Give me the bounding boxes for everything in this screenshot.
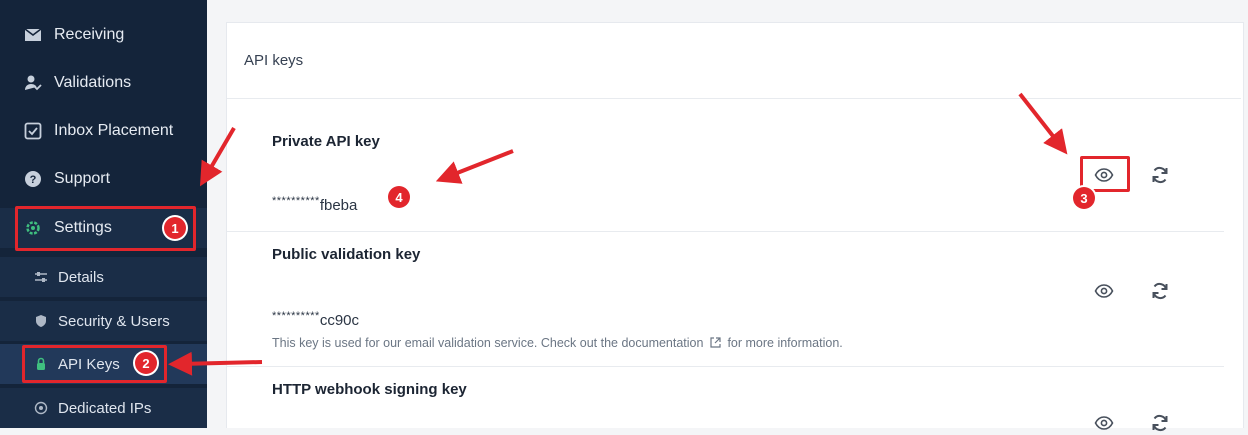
sliders-icon <box>34 270 48 284</box>
webhook-signing-key-title: HTTP webhook signing key <box>272 381 467 398</box>
shield-icon <box>34 314 48 328</box>
api-keys-card <box>226 22 1244 428</box>
refresh-icon <box>1152 282 1168 300</box>
description-text: This key is used for our email validatio… <box>272 336 704 350</box>
key-suffix: cc90c <box>319 312 359 329</box>
sidebar-item-receiving[interactable]: Receiving <box>0 15 207 55</box>
refresh-icon <box>1152 166 1168 184</box>
checkbox-icon <box>24 122 42 140</box>
regenerate-private-key-button[interactable] <box>1148 163 1172 187</box>
sidebar-subitem-dedicated-ips[interactable]: Dedicated IPs <box>0 388 207 428</box>
public-validation-key-description: This key is used for our email validatio… <box>272 336 843 350</box>
masked-key: ********** <box>272 310 320 322</box>
reveal-public-key-button[interactable] <box>1092 279 1116 303</box>
private-api-key-title: Private API key <box>272 133 380 150</box>
annotation-badge-2: 2 <box>135 352 157 374</box>
help-icon: ? <box>24 170 42 188</box>
public-validation-key-title: Public validation key <box>272 246 421 263</box>
inbox-icon <box>24 26 42 44</box>
divider <box>227 366 1224 367</box>
annotation-badge-4: 4 <box>388 186 410 208</box>
user-check-icon <box>24 74 42 92</box>
regenerate-webhook-key-button[interactable] <box>1148 411 1172 435</box>
eye-icon <box>1094 416 1114 430</box>
sidebar-item-support[interactable]: ? Support <box>0 159 207 199</box>
regenerate-public-key-button[interactable] <box>1148 279 1172 303</box>
description-text: for more information. <box>727 336 843 350</box>
sidebar-subitem-security-users[interactable]: Security & Users <box>0 301 207 341</box>
sidebar-subitem-label: Details <box>58 268 104 286</box>
divider <box>227 231 1224 232</box>
page-title: API keys <box>244 52 304 69</box>
annotation-badge-1: 1 <box>164 217 186 239</box>
sidebar-subitem-label: Dedicated IPs <box>58 399 152 417</box>
divider <box>227 98 1241 99</box>
svg-text:?: ? <box>30 174 37 186</box>
target-icon <box>34 401 48 415</box>
annotation-badge-3: 3 <box>1073 187 1095 209</box>
sidebar-item-label: Inbox Placement <box>54 122 174 139</box>
sidebar-item-label: Support <box>54 170 111 187</box>
eye-icon <box>1094 284 1114 298</box>
sidebar-subitem-label: Security & Users <box>58 312 170 330</box>
masked-key: ********** <box>272 195 320 207</box>
private-api-key-value: **********fbeba <box>272 195 357 214</box>
external-link-icon[interactable] <box>710 337 721 348</box>
reveal-webhook-key-button[interactable] <box>1092 411 1116 435</box>
key-suffix: fbeba <box>319 197 358 214</box>
public-validation-key-value: **********cc90c <box>272 310 359 329</box>
refresh-icon <box>1152 414 1168 432</box>
sidebar-item-label: Validations <box>54 74 132 91</box>
sidebar-item-validations[interactable]: Validations <box>0 63 207 103</box>
sidebar-item-inbox-placement[interactable]: Inbox Placement <box>0 111 207 151</box>
sidebar-item-label: Receiving <box>54 26 125 43</box>
sidebar-subitem-details[interactable]: Details <box>0 257 207 297</box>
